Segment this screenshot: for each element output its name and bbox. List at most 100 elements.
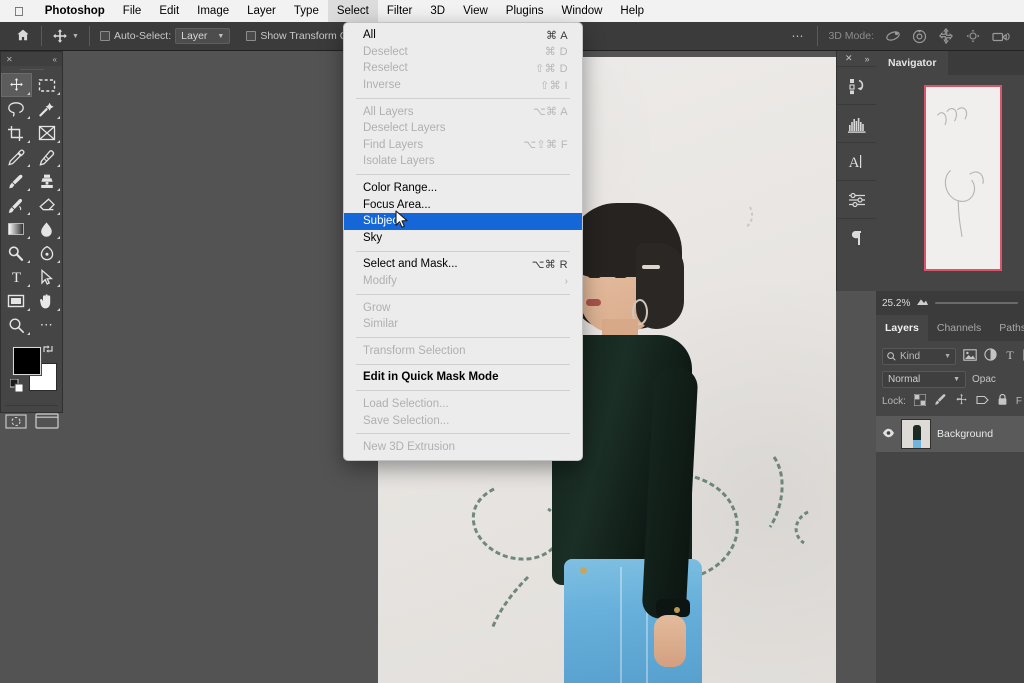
- auto-select-dropdown[interactable]: Layer ▼: [175, 28, 231, 44]
- menu-item-photoshop[interactable]: Photoshop: [36, 0, 114, 22]
- type-tool[interactable]: T: [1, 265, 32, 289]
- close-icon[interactable]: ✕: [845, 53, 853, 64]
- history-brush-tool[interactable]: [1, 193, 32, 217]
- menu-divider: [356, 97, 570, 99]
- roll-3d-icon[interactable]: [912, 29, 927, 44]
- zoom-level-value[interactable]: 25.2%: [882, 298, 910, 309]
- eyedropper-tool[interactable]: [1, 145, 32, 169]
- tools-drag-handle[interactable]: [1, 66, 62, 73]
- menu-item-window[interactable]: Window: [553, 0, 612, 22]
- foreground-color-swatch[interactable]: [12, 346, 42, 376]
- svg-text:T: T: [1006, 348, 1014, 361]
- clone-stamp-tool[interactable]: [32, 169, 63, 193]
- menu-item-plugins[interactable]: Plugins: [497, 0, 553, 22]
- eraser-tool[interactable]: [32, 193, 63, 217]
- table-row[interactable]: Background: [876, 416, 1024, 452]
- lasso-tool[interactable]: [1, 97, 32, 121]
- brush-tool[interactable]: [1, 169, 32, 193]
- menu-item-file[interactable]: File: [114, 0, 151, 22]
- menu-item-edit[interactable]: Edit: [150, 0, 188, 22]
- hand-tool[interactable]: [32, 289, 63, 313]
- dodge-tool[interactable]: [1, 241, 32, 265]
- quick-selection-tool[interactable]: [32, 97, 63, 121]
- mode-3d-text: 3D Mode:: [828, 30, 874, 42]
- camera-3d-icon[interactable]: [992, 30, 1010, 43]
- navigator-body[interactable]: [876, 75, 1024, 291]
- type-filter-icon[interactable]: T: [1004, 348, 1016, 364]
- tab-channels[interactable]: Channels: [928, 315, 990, 341]
- blur-tool[interactable]: [32, 217, 63, 241]
- menu-option-focus-area[interactable]: Focus Area...: [344, 196, 582, 213]
- adjustments-panel-icon[interactable]: [837, 180, 876, 218]
- collapse-panel-icon[interactable]: «: [53, 55, 57, 64]
- blend-mode-dropdown[interactable]: Normal ▼: [882, 370, 966, 388]
- orbit-3d-icon[interactable]: [885, 29, 901, 43]
- slide-3d-icon[interactable]: [965, 28, 981, 44]
- menu-item-filter[interactable]: Filter: [378, 0, 422, 22]
- character-panel-icon[interactable]: A: [837, 142, 876, 180]
- lock-image-pixels-icon[interactable]: [934, 393, 947, 409]
- pan-3d-icon[interactable]: [938, 28, 954, 44]
- rectangular-marquee-tool[interactable]: [32, 73, 63, 97]
- tab-navigator[interactable]: Navigator: [876, 51, 949, 75]
- layer-kind-filter[interactable]: Kind ▼: [882, 347, 956, 365]
- rail-header: ✕ »: [837, 51, 876, 66]
- pen-tool[interactable]: [32, 241, 63, 265]
- zoom-tool[interactable]: [1, 313, 32, 337]
- crop-tool[interactable]: [1, 121, 32, 145]
- menu-item-3d[interactable]: 3D: [421, 0, 454, 22]
- close-icon[interactable]: ✕: [6, 55, 13, 64]
- menu-option-edit-in-quick-mask-mode[interactable]: Edit in Quick Mask Mode: [344, 369, 582, 386]
- move-tool[interactable]: [1, 73, 32, 97]
- histogram-panel-icon[interactable]: [837, 104, 876, 142]
- history-panel-icon[interactable]: [837, 66, 876, 104]
- tab-paths[interactable]: Paths: [990, 315, 1024, 341]
- menu-item-type[interactable]: Type: [285, 0, 328, 22]
- lock-all-icon[interactable]: [997, 393, 1008, 409]
- menu-item-select[interactable]: Select: [327, 0, 378, 22]
- zoom-slider[interactable]: [935, 302, 1018, 304]
- menu-item-image[interactable]: Image: [188, 0, 238, 22]
- hair-clip: [642, 265, 660, 269]
- menu-option-color-range[interactable]: Color Range...: [344, 180, 582, 197]
- paragraph-panel-icon[interactable]: [837, 218, 876, 256]
- auto-select-group: Auto-Select: Layer ▼: [97, 28, 233, 44]
- menu-option-shortcut: ⇧⌘ D: [535, 62, 568, 75]
- current-tool-button[interactable]: ▼: [49, 28, 82, 44]
- menu-option-select-and-mask[interactable]: Select and Mask... ⌥⌘ R: [344, 256, 582, 273]
- search-icon: [887, 351, 896, 361]
- navigator-proxy-view[interactable]: [924, 85, 1002, 271]
- menu-item-help[interactable]: Help: [611, 0, 653, 22]
- menu-option-sky[interactable]: Sky: [344, 230, 582, 247]
- quick-mask-icon[interactable]: [1, 409, 32, 433]
- apple-logo-icon[interactable]: : [0, 5, 36, 18]
- frame-tool[interactable]: [32, 121, 63, 145]
- more-options-icon[interactable]: ⋯: [791, 29, 804, 43]
- default-colors-icon[interactable]: [9, 378, 24, 397]
- swap-colors-icon[interactable]: [42, 343, 54, 358]
- spot-healing-brush-tool[interactable]: [32, 145, 63, 169]
- path-selection-tool[interactable]: [32, 265, 63, 289]
- lock-artboard-icon[interactable]: [976, 394, 989, 409]
- rectangle-tool[interactable]: [1, 289, 32, 313]
- gradient-tool[interactable]: [1, 217, 32, 241]
- tab-layers[interactable]: Layers: [876, 315, 928, 341]
- menu-item-layer[interactable]: Layer: [238, 0, 285, 22]
- auto-select-checkbox[interactable]: [99, 31, 110, 41]
- pixel-filter-icon[interactable]: [963, 348, 977, 364]
- expand-panels-icon[interactable]: »: [865, 54, 870, 64]
- adjustment-filter-icon[interactable]: [984, 348, 997, 364]
- zoom-thumbnail-icon[interactable]: [916, 297, 929, 309]
- lock-transparent-pixels-icon[interactable]: [913, 393, 927, 409]
- screen-mode-icon[interactable]: [32, 409, 63, 433]
- edit-toolbar-tool[interactable]: ⋯: [32, 313, 63, 337]
- chevron-down-icon[interactable]: ▼: [72, 33, 79, 40]
- home-icon[interactable]: [12, 28, 34, 45]
- menu-item-view[interactable]: View: [454, 0, 497, 22]
- menu-option-deselect-layers: Deselect Layers: [344, 120, 582, 137]
- lock-position-icon[interactable]: [955, 393, 968, 409]
- show-transform-checkbox[interactable]: [246, 31, 257, 41]
- menu-option-all[interactable]: All ⌘ A: [344, 27, 582, 44]
- menu-option-subject[interactable]: Subject: [344, 212, 582, 230]
- eye-icon[interactable]: [882, 425, 895, 443]
